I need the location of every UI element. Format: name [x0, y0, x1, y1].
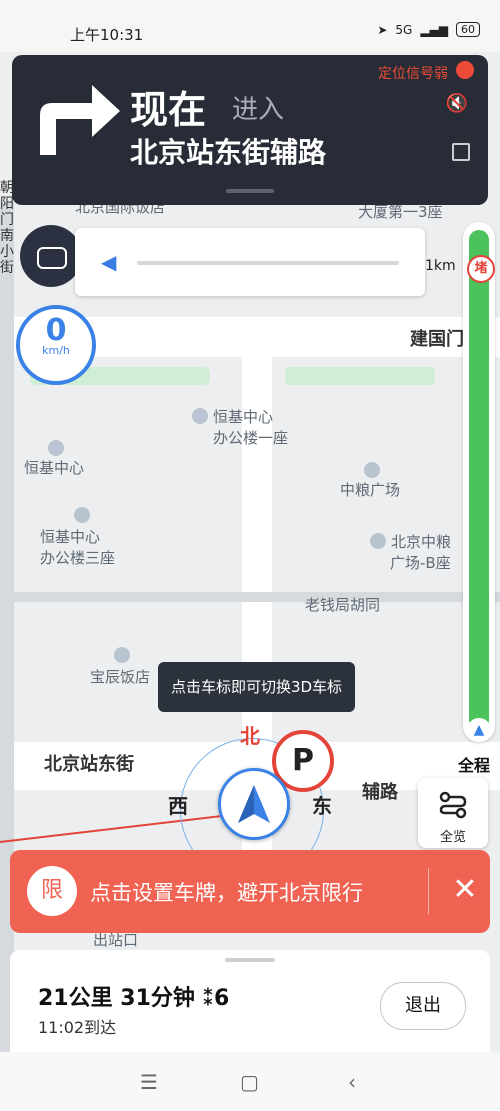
status-time: 上午10:31: [70, 26, 144, 44]
route-progress-fill: [469, 230, 489, 730]
guidance-road-name: 北京站东街辅路: [130, 136, 327, 169]
arrival-time: 11:02到达: [38, 1018, 117, 1037]
poi-pin-icon: [364, 462, 380, 478]
poi-hengji-3[interactable]: 恒基中心 办公楼三座: [40, 507, 115, 569]
full-route-button[interactable]: 全程: [458, 752, 490, 776]
route-overview-icon: [439, 791, 467, 819]
poi-exit[interactable]: 出站口: [93, 930, 138, 951]
green-area: [285, 367, 435, 385]
street-beijingzhan-dongjie: 北京站东街: [44, 754, 134, 775]
poi-pin-icon: [114, 647, 130, 663]
speed-unit: km/h: [42, 344, 70, 357]
compass-north: 北: [240, 724, 260, 748]
overview-label: 全览: [439, 830, 466, 845]
poi-hengji-2[interactable]: 恒基中心: [24, 440, 84, 479]
poi-pin-icon: [48, 440, 64, 456]
menu-icon[interactable]: ☰: [140, 1070, 158, 1094]
location-icon: ➤: [377, 22, 388, 37]
battery-icon: 60: [456, 22, 480, 37]
poi-baochen[interactable]: 宝辰饭店: [90, 647, 150, 688]
poi-pin-icon: [370, 533, 386, 549]
restriction-text[interactable]: 点击设置车牌，避开北京限行: [90, 877, 363, 907]
mute-icon[interactable]: 🔇: [446, 93, 468, 114]
restriction-badge: 限: [27, 866, 77, 916]
street-laoqian: 老钱局胡同: [305, 596, 381, 614]
poi-pin-icon: [192, 408, 208, 424]
restriction-banner[interactable]: 限 点击设置车牌，避开北京限行 ✕: [10, 850, 490, 933]
banner-divider: [428, 868, 429, 914]
turn-right-arrow-icon: [40, 85, 120, 155]
trip-summary: 21公里 31分钟 ⁑6: [38, 986, 230, 1011]
copy-icon[interactable]: [452, 143, 470, 161]
distance-to-jam: 1km: [425, 258, 456, 274]
navigation-arrow-icon: [238, 785, 270, 823]
home-icon[interactable]: ▢: [240, 1070, 259, 1094]
car-tooltip: 点击车标即可切换3D车标: [158, 662, 355, 712]
speed-indicator: 0 km/h: [16, 305, 96, 385]
speaker-icon: ◀: [101, 250, 117, 274]
guidance-action: 进入: [232, 95, 285, 125]
volume-slider[interactable]: [137, 261, 399, 265]
volume-card[interactable]: ◀: [75, 228, 425, 296]
jam-badge: 堵: [467, 255, 495, 283]
panel-handle[interactable]: [226, 189, 274, 193]
compass-east: 东: [312, 794, 332, 818]
guidance-now: 现在: [130, 88, 207, 132]
voice-assistant-button[interactable]: [20, 225, 82, 287]
system-nav-bar: ☰ ▢ ‹: [0, 1052, 500, 1111]
overview-button[interactable]: 全览: [418, 778, 488, 848]
signal-weak-label: 定位信号弱: [378, 66, 448, 82]
street-fulu: 辅路: [362, 782, 398, 803]
route-progress-bar: [463, 222, 495, 742]
poi-pin-icon: [74, 507, 90, 523]
street-jianguomen: 建国门: [410, 329, 464, 350]
signal-icon: ▂▄▆: [420, 22, 448, 37]
signal-weak-icon: [456, 61, 474, 79]
robot-icon: [37, 247, 67, 269]
poi-zhongliang-b[interactable]: 北京中粮 广场-B座: [370, 532, 451, 574]
car-marker[interactable]: [218, 768, 290, 840]
poi-hengji-1[interactable]: 恒基中心 办公楼一座: [192, 407, 288, 449]
compass-west: 西: [168, 794, 188, 818]
trip-sheet[interactable]: 21公里 31分钟 ⁑6 11:02到达 退出: [10, 950, 490, 1052]
guidance-panel[interactable]: 现在 进入 北京站东街辅路 定位信号弱 🔇: [12, 55, 488, 205]
progress-position-icon: ▲: [467, 718, 491, 742]
speed-value: 0: [45, 313, 67, 348]
back-icon[interactable]: ‹: [348, 1070, 356, 1094]
sheet-handle[interactable]: [225, 958, 275, 962]
poi-zhongliang[interactable]: 中粮广场: [340, 462, 400, 501]
exit-button[interactable]: 退出: [380, 982, 466, 1030]
road-laoqian: [0, 592, 500, 602]
poi-dasha[interactable]: 大厦第一3座: [358, 202, 443, 223]
network-label: 5G: [395, 22, 413, 37]
status-icons: ➤ 5G ▂▄▆ 60: [377, 22, 480, 37]
status-bar: 上午10:31 ➤ 5G ▂▄▆ 60: [0, 0, 500, 52]
close-icon[interactable]: ✕: [442, 868, 488, 914]
